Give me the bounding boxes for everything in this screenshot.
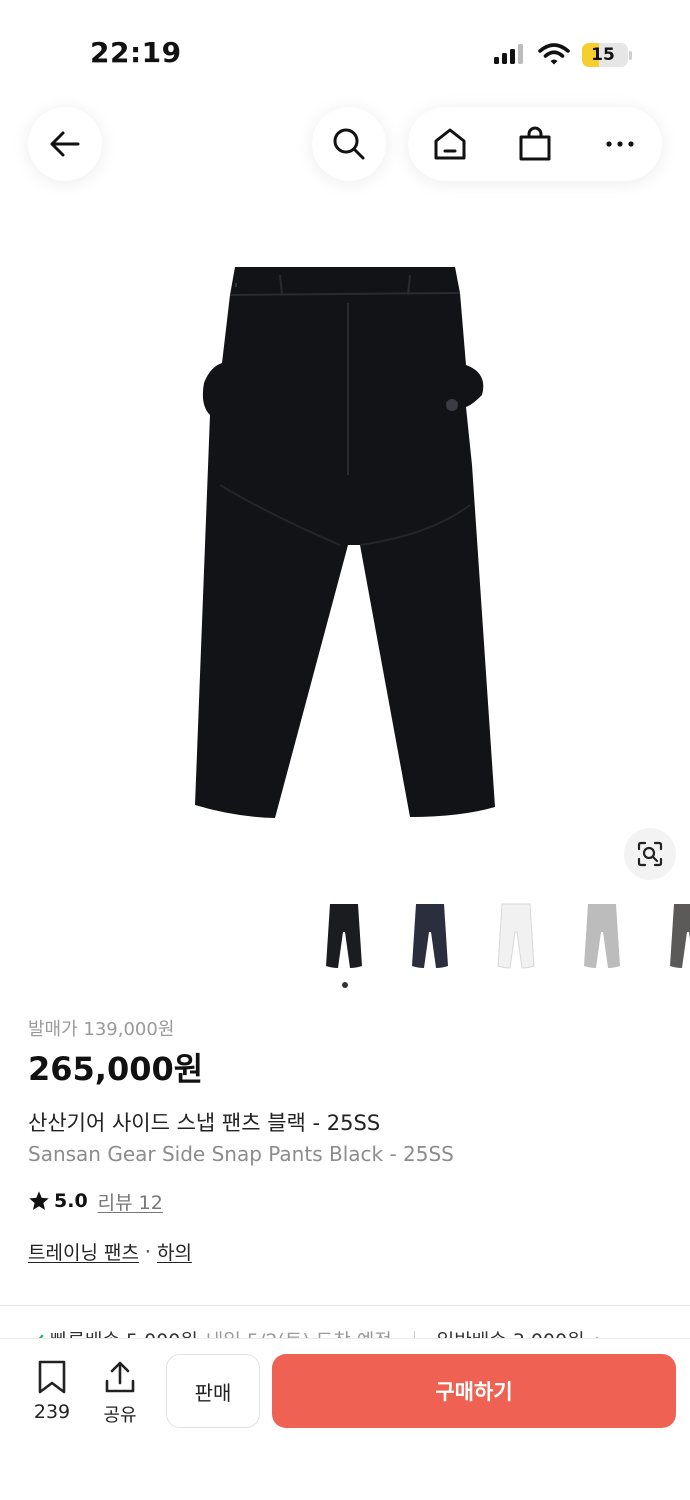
status-time: 22:19	[90, 36, 182, 69]
wifi-icon	[538, 43, 570, 65]
cellular-signal-icon	[494, 44, 523, 64]
back-arrow-icon	[50, 131, 80, 157]
share-button[interactable]: 공유	[92, 1359, 148, 1431]
home-button[interactable]	[408, 107, 492, 181]
lens-icon	[637, 841, 663, 867]
subcategory-link[interactable]: 하의	[157, 1238, 192, 1265]
star-icon	[29, 1191, 49, 1210]
buy-button[interactable]: 구매하기	[272, 1354, 676, 1428]
share-icon	[105, 1361, 135, 1393]
rating-value: 5.0	[54, 1190, 88, 1212]
home-icon	[434, 128, 466, 160]
thumbnail-pants-image	[412, 904, 448, 968]
sell-button[interactable]: 판매	[166, 1354, 260, 1428]
status-bar: 22:19 15	[0, 0, 690, 100]
bookmark-count: 239	[33, 1401, 71, 1423]
product-image	[195, 267, 495, 818]
thumbnail-color-4[interactable]	[572, 895, 632, 977]
thumbnail-color-2[interactable]	[400, 895, 460, 977]
thumbnail-pants-image	[326, 904, 362, 968]
thumbnail-pants-image	[670, 904, 690, 968]
more-icon	[606, 141, 634, 147]
thumbnail-color-1[interactable]	[314, 895, 374, 977]
search-icon	[333, 128, 365, 160]
battery-tip	[629, 51, 632, 60]
review-link[interactable]: 리뷰 12	[98, 1188, 163, 1215]
thumbnail-color-5[interactable]	[658, 895, 690, 977]
thumbnail-color-3[interactable]	[486, 895, 546, 977]
category-row: 트레이닝 팬츠 · 하의	[28, 1238, 192, 1265]
rating-row: 5.0 리뷰 12	[28, 1187, 163, 1215]
shopping-bag-icon	[519, 126, 551, 161]
bottom-action-bar: 239 공유 판매 구매하기	[0, 1338, 690, 1500]
battery-percent: 15	[591, 45, 615, 65]
share-label: 공유	[103, 1405, 137, 1426]
category-link[interactable]: 트레이닝 팬츠	[28, 1238, 139, 1265]
battery-indicator: 15	[582, 43, 628, 67]
category-separator: ·	[144, 1240, 151, 1263]
more-button[interactable]	[578, 107, 662, 181]
thumbnail-pants-image	[497, 903, 535, 969]
section-divider	[0, 1305, 690, 1306]
bookmark-button[interactable]: 239	[22, 1359, 82, 1431]
bookmark-icon	[38, 1360, 66, 1394]
back-button[interactable]	[28, 107, 102, 181]
product-title-korean: 산산기어 사이드 스냅 팬츠 블랙 - 25SS	[28, 1111, 381, 1135]
search-button[interactable]	[312, 107, 386, 181]
nav-action-group	[408, 107, 662, 181]
product-title-english: Sansan Gear Side Snap Pants Black - 25SS	[28, 1142, 454, 1166]
carousel-indicator-dot	[342, 982, 348, 988]
image-search-button[interactable]	[624, 828, 676, 880]
cart-button[interactable]	[493, 107, 577, 181]
thumbnail-pants-image	[584, 904, 620, 968]
current-price: 265,000원	[28, 1050, 204, 1088]
release-price: 발매가 139,000원	[28, 1019, 175, 1040]
